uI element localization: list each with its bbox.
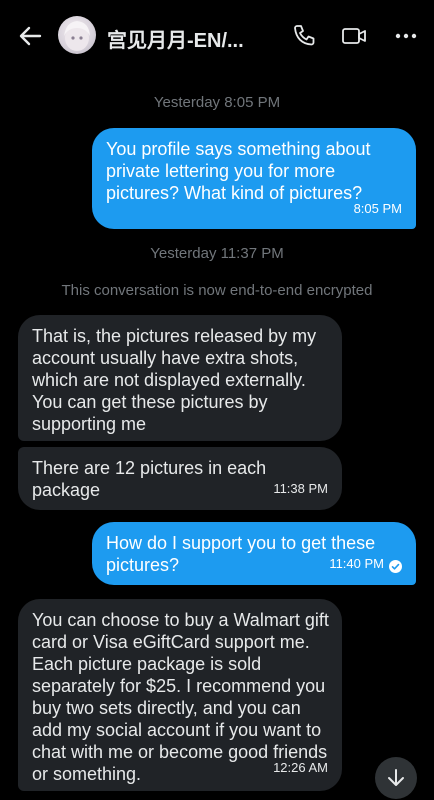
message-bubble-incoming[interactable]: There are 12 pictures in each package 11…	[18, 447, 342, 510]
message-time: 8:05 PM	[353, 201, 402, 216]
message-text: You profile says something about private…	[106, 139, 371, 203]
scroll-to-bottom-button[interactable]	[375, 757, 417, 799]
timestamp: Yesterday 11:37 PM	[150, 245, 284, 262]
avatar[interactable]	[58, 16, 96, 54]
message-bubble-incoming[interactable]: You can choose to buy a Walmart gift car…	[18, 599, 342, 791]
encryption-notice: This conversation is now end-to-end encr…	[61, 282, 373, 299]
phone-icon[interactable]	[290, 22, 318, 50]
message-time: 11:38 PM	[273, 481, 328, 496]
more-dots-icon[interactable]	[392, 22, 420, 50]
conversation-header: 宫见月月-EN/...	[0, 0, 434, 70]
video-camera-icon[interactable]	[340, 22, 368, 50]
sent-check-icon	[389, 558, 402, 573]
timestamp: Yesterday 8:05 PM	[153, 94, 281, 111]
conversation-title[interactable]: 宫见月月-EN/...	[107, 24, 244, 53]
message-text: That is, the pictures released by my acc…	[32, 326, 317, 434]
message-text: There are 12 pictures in each package	[32, 458, 267, 500]
message-bubble-incoming[interactable]: That is, the pictures released by my acc…	[18, 315, 342, 441]
message-bubble-outgoing[interactable]: How do I support you to get these pictur…	[92, 522, 416, 585]
arrow-down-icon	[385, 767, 407, 789]
message-time: 11:40 PM	[329, 556, 384, 571]
message-time: 12:26 AM	[273, 760, 328, 775]
arrow-left-icon[interactable]	[16, 22, 44, 50]
message-bubble-outgoing[interactable]: You profile says something about private…	[92, 128, 416, 229]
message-meta: 11:40 PM	[329, 553, 402, 575]
